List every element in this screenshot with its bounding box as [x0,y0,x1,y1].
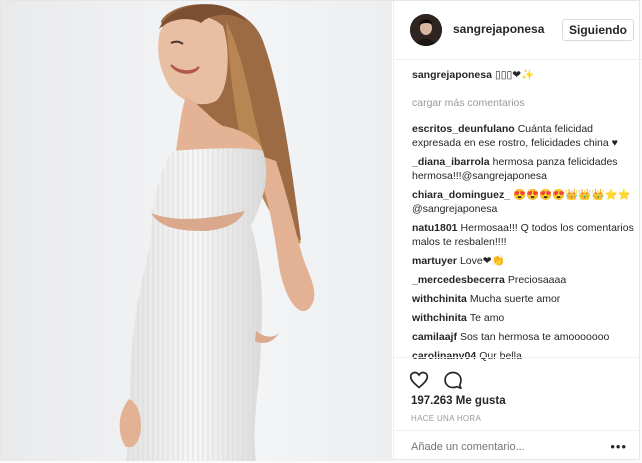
instagram-post: sangrejaponesa Siguiendo sangrejaponesa ▯… [0,0,642,462]
avatar[interactable] [410,14,442,46]
comment: martuyer Love❤👏 [412,254,638,268]
comment: escritos_deunfulano Cuánta felicidad expr… [412,122,638,150]
comment-username[interactable]: _diana_ibarrola [412,156,490,168]
comment: natu1801 Hermosaa!!! Q todos los comentar… [412,221,638,249]
post-timestamp: HACE UNA HORA [411,414,482,423]
caption: sangrejaponesa ▯▯▯❤✨ [412,68,638,82]
comment: _diana_ibarrola hermosa panza felicidades… [412,155,638,183]
comment-username[interactable]: withchinita [412,312,467,324]
like-count[interactable]: 197.263 Me gusta [411,395,506,407]
comment-username[interactable]: escritos_deunfulano [412,123,515,135]
comment: withchinita Te amo [412,311,638,325]
add-comment-input[interactable] [409,440,603,454]
post-photo-image [1,1,392,461]
post-actions: 197.263 Me gusta HACE UNA HORA ••• [393,357,641,462]
comment-text: Preciosaaaa [507,274,567,286]
comment: withchinita Mucha suerte amor [412,292,638,306]
add-comment-bar: ••• [393,430,641,463]
comment-icon[interactable] [443,370,463,390]
following-button[interactable]: Siguiendo [562,19,634,41]
comment-username[interactable]: natu1801 [412,222,458,234]
load-more-comments-link[interactable]: cargar más comentarios [412,96,638,110]
comment-username[interactable]: _mercedesbecerra [412,274,505,286]
comment-text: Sos tan hermosa te amooooooo [459,331,610,343]
comment-username[interactable]: withchinita [412,293,467,305]
action-icons [409,370,473,390]
comment-text: Mucha suerte amor [469,293,561,305]
comments-list: sangrejaponesa ▯▯▯❤✨ cargar más comentari… [412,68,638,368]
post-photo[interactable] [1,1,392,461]
caption-text: ▯▯▯❤✨ [494,69,535,81]
more-dots-icon[interactable]: ••• [610,440,627,453]
comment-username[interactable]: camilaajf [412,331,457,343]
comment: _mercedesbecerra Preciosaaaa [412,273,638,287]
comment-text: Te amo [469,312,505,324]
post-header: sangrejaponesa Siguiendo [394,1,642,60]
caption-username[interactable]: sangrejaponesa [412,69,492,81]
heart-icon[interactable] [409,370,429,390]
comment-username[interactable]: martuyer [412,255,457,267]
comment: chiara_dominguez_ 😍😍😍😍👑👑👑⭐⭐ @sangrejapone… [412,188,638,216]
comment: camilaajf Sos tan hermosa te amooooooo [412,330,638,344]
avatar-image [410,14,442,46]
comment-username[interactable]: chiara_dominguez_ [412,189,510,201]
header-username[interactable]: sangrejaponesa [453,22,544,36]
comment-text: Love❤👏 [459,255,505,267]
